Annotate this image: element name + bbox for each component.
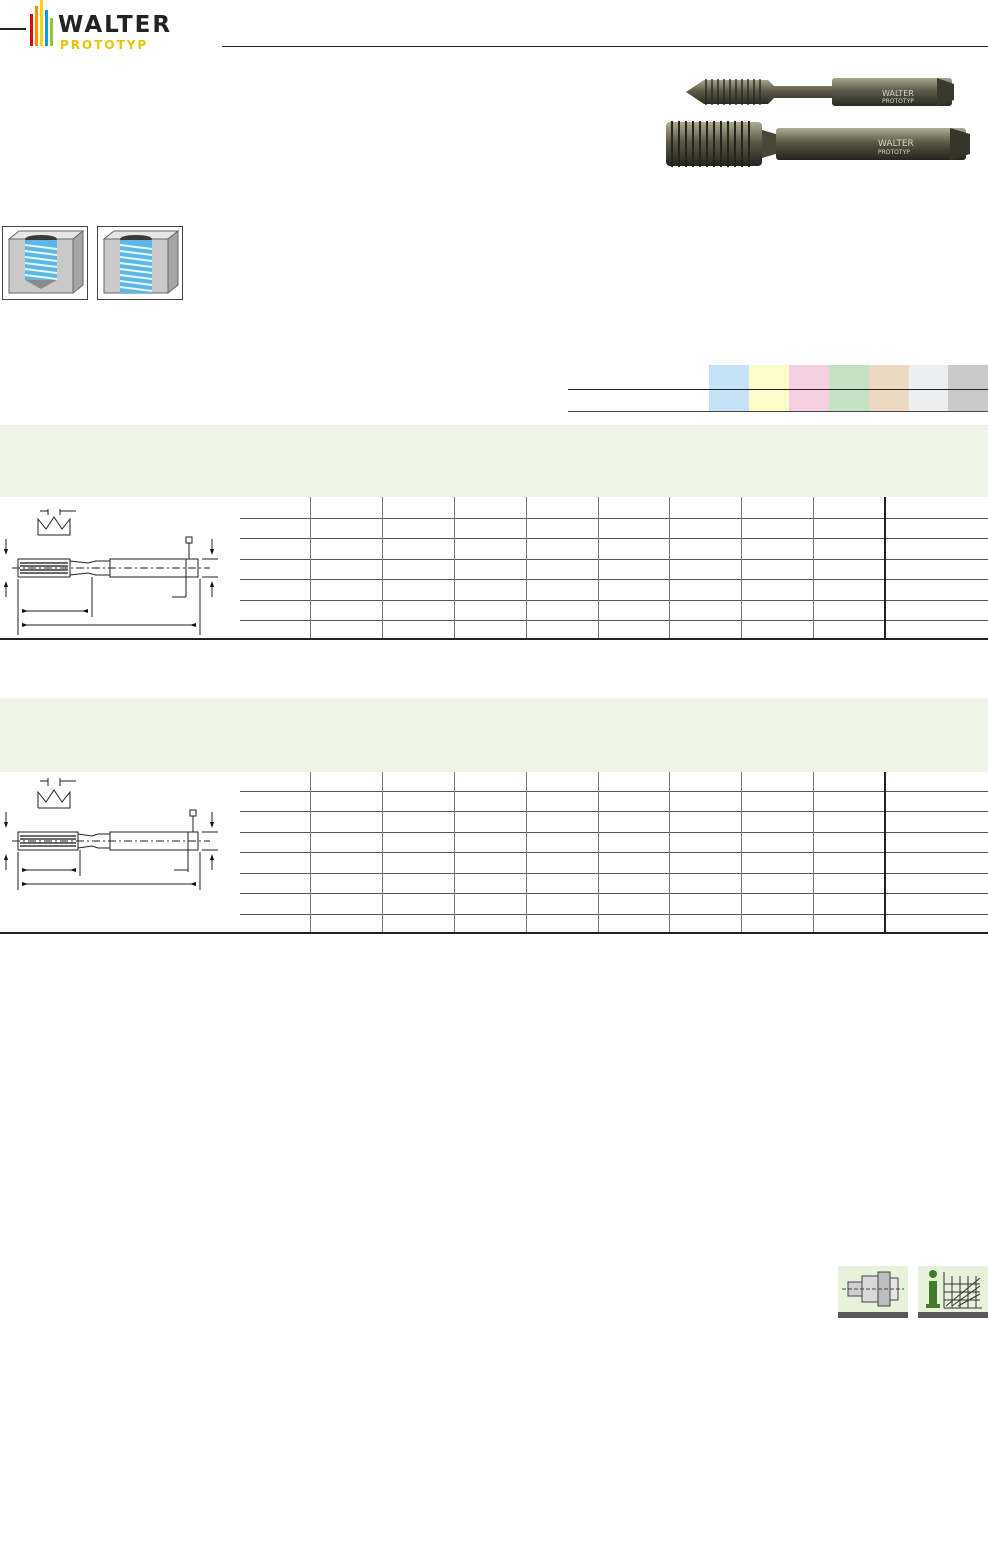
table-row — [240, 893, 988, 894]
tool-holder-tab-bar — [838, 1312, 908, 1318]
table-column-divider — [813, 772, 814, 932]
header-rule — [222, 46, 988, 47]
table-row — [240, 811, 988, 812]
table-column-divider — [382, 497, 383, 638]
table-column-divider — [669, 497, 670, 638]
material-swatch — [709, 365, 749, 411]
table-bottom-rule — [0, 638, 988, 640]
material-swatch — [909, 365, 949, 411]
table-row — [240, 852, 988, 853]
table-column-divider — [310, 772, 311, 932]
table-column-divider — [741, 772, 742, 932]
material-swatch — [869, 365, 909, 411]
svg-text:WALTER: WALTER — [882, 89, 914, 98]
table-row — [240, 873, 988, 874]
table-row — [240, 538, 988, 539]
table-row — [240, 518, 988, 519]
table-row — [240, 579, 988, 580]
table-column-divider — [310, 497, 311, 638]
table-row — [240, 620, 988, 621]
logo-subline: PROTOTYP — [60, 38, 148, 52]
tap-photo-short: WALTER PROTOTYP — [686, 78, 954, 106]
table-column-divider — [598, 772, 599, 932]
walter-prototyp-logo: WALTER PROTOTYP — [0, 0, 172, 52]
tap-photo-long: WALTER PROTOTYP — [666, 121, 970, 167]
table-column-divider — [813, 497, 814, 638]
table-column-divider — [382, 772, 383, 932]
table-column-divider — [884, 772, 886, 932]
section-2-banner — [0, 698, 988, 772]
section-1-banner — [0, 425, 988, 497]
svg-text:PROTOTYP: PROTOTYP — [878, 149, 910, 156]
table-column-divider — [526, 497, 527, 638]
section-2-tool-drawing — [4, 778, 218, 890]
table-column-divider — [884, 497, 886, 638]
table-row — [240, 791, 988, 792]
table-row — [240, 914, 988, 915]
technical-info-tab-bar — [918, 1312, 988, 1318]
table-row — [240, 559, 988, 560]
material-header-rule — [568, 389, 988, 390]
through-hole-thread-icon — [97, 226, 183, 300]
table-column-divider — [669, 772, 670, 932]
blind-hole-thread-icon — [2, 226, 88, 300]
logo-wordmark: WALTER — [58, 12, 172, 38]
material-footer-rule — [568, 411, 988, 412]
tool-holder-icon[interactable] — [838, 1266, 908, 1312]
table-column-divider — [526, 772, 527, 932]
svg-text:PROTOTYP: PROTOTYP — [882, 98, 914, 105]
material-swatch — [829, 365, 869, 411]
table-column-divider — [741, 497, 742, 638]
section-1-tool-drawing — [4, 509, 218, 635]
svg-text:WALTER: WALTER — [878, 139, 914, 149]
table-column-divider — [454, 772, 455, 932]
material-swatch — [749, 365, 789, 411]
table-column-divider — [454, 497, 455, 638]
table-row — [240, 600, 988, 601]
technical-info-icon[interactable] — [918, 1266, 988, 1312]
table-column-divider — [598, 497, 599, 638]
material-swatch — [948, 365, 988, 411]
table-row — [240, 832, 988, 833]
table-bottom-rule — [0, 932, 988, 934]
material-swatch — [789, 365, 829, 411]
